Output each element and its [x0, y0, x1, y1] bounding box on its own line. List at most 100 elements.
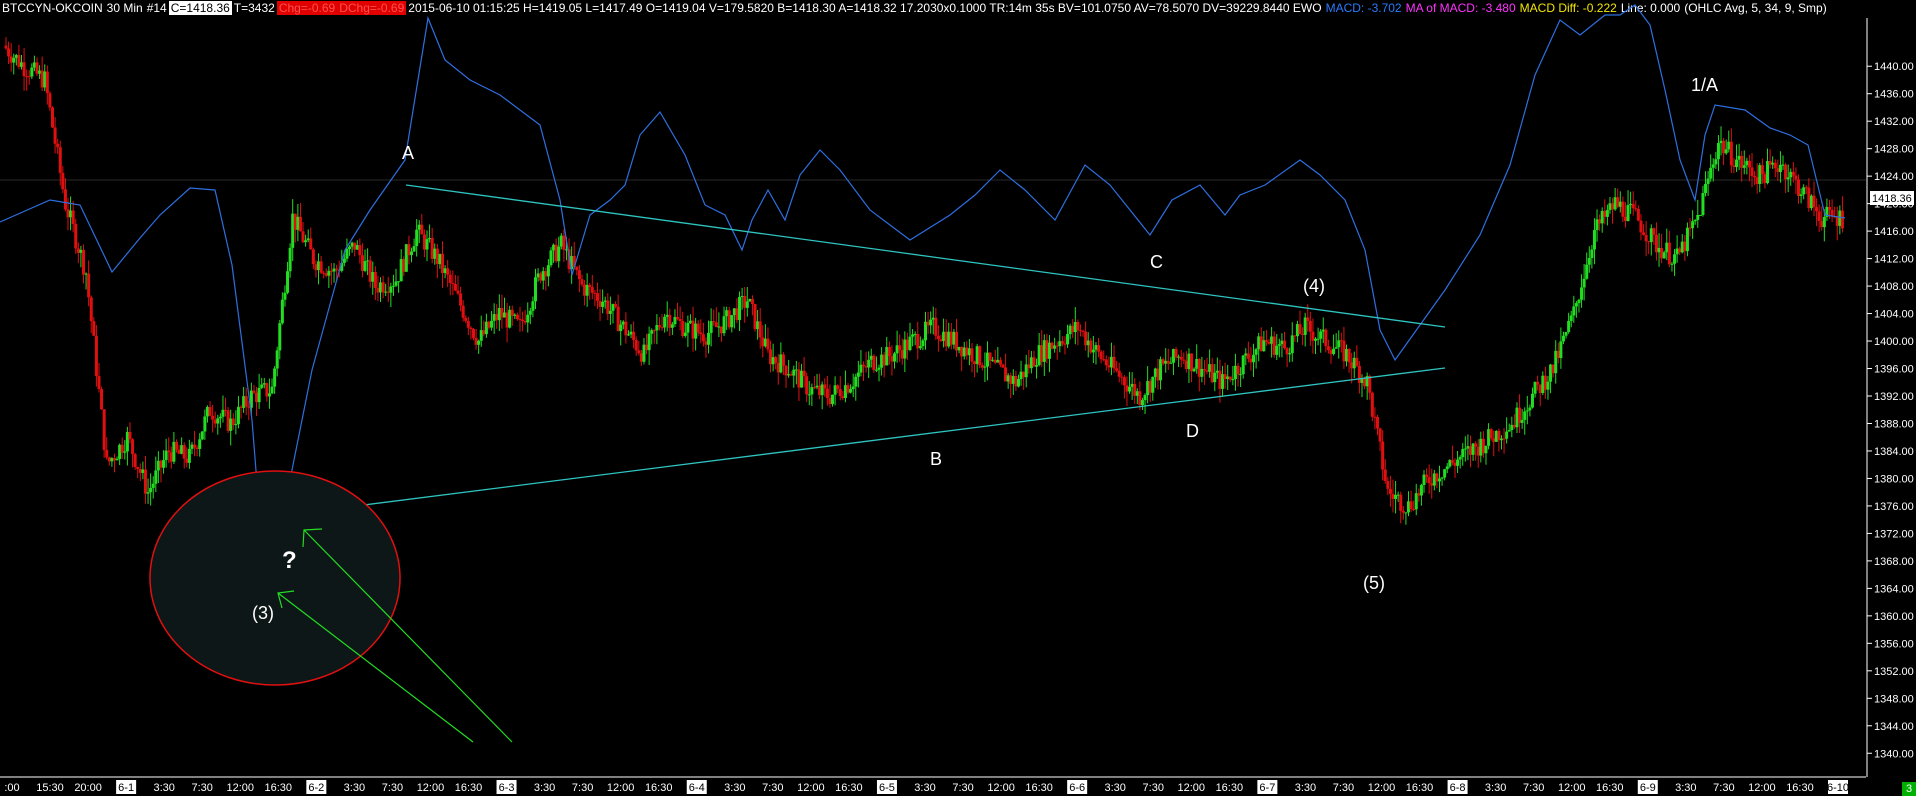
candle-body — [40, 70, 44, 88]
x-tick-label: 7:30 — [952, 782, 973, 794]
lower-trendline — [284, 367, 1446, 516]
candle-body — [314, 264, 318, 271]
candle-body — [402, 259, 406, 272]
y-tick-label: 1372.00 — [1874, 528, 1914, 540]
candle-body — [327, 270, 331, 276]
candle-body — [756, 321, 760, 330]
x-tick-label: 7:30 — [1713, 782, 1734, 794]
candle-body — [815, 385, 819, 388]
candle-body — [1618, 201, 1622, 207]
candle-body — [1148, 381, 1152, 393]
candle-body — [807, 394, 811, 396]
candle-body — [546, 265, 550, 277]
candle-body — [208, 406, 212, 416]
candle-body — [660, 327, 664, 329]
candle-body — [262, 383, 266, 385]
candle-body — [1104, 359, 1108, 366]
candle-body — [510, 309, 514, 316]
candle-body — [1355, 357, 1359, 366]
candle-body — [885, 346, 889, 366]
candle-body — [947, 331, 951, 347]
candle-body — [329, 270, 333, 272]
candle-body — [1179, 356, 1183, 360]
candle-body — [590, 287, 594, 293]
candle-body — [397, 281, 401, 283]
candle-body — [1249, 358, 1253, 363]
candle-body — [980, 365, 984, 368]
candle-body — [1760, 165, 1764, 175]
candle-body — [9, 56, 13, 63]
candle-body — [1502, 438, 1506, 440]
x-tick-label: :00 — [4, 782, 19, 794]
candle-body — [983, 366, 987, 368]
candle-body — [265, 383, 269, 397]
candle-body — [1747, 160, 1751, 168]
candle-body — [1314, 338, 1318, 341]
candle-body — [802, 370, 806, 377]
candle-body — [508, 309, 512, 328]
candle-body — [260, 384, 264, 388]
x-tick-label: 16:30 — [1786, 782, 1814, 794]
candle-body — [867, 359, 871, 368]
candle-body — [1125, 385, 1129, 392]
candle-body — [1153, 368, 1157, 377]
candle-body — [898, 345, 902, 351]
candle-body — [929, 319, 933, 326]
candle-body — [918, 346, 922, 349]
candle-body — [1184, 360, 1188, 370]
candle-body — [996, 359, 1000, 363]
candle-body — [1489, 429, 1493, 439]
candle-body — [1427, 477, 1431, 484]
candle-body — [115, 458, 119, 461]
candle-body — [1642, 232, 1646, 235]
candle-body — [864, 366, 868, 368]
candle-body — [903, 339, 907, 359]
candle-body — [1272, 336, 1276, 355]
candle-body — [1794, 175, 1798, 180]
candle-body — [1208, 364, 1212, 372]
candle-body — [428, 237, 432, 240]
candle-body — [1598, 219, 1602, 224]
y-tick-label: 1392.00 — [1874, 391, 1914, 403]
candle-body — [1611, 203, 1615, 210]
candlestick-chart[interactable]: A B C D (3) (4) (5) 1/A ? 1440.00 1436.00… — [0, 0, 1916, 796]
candle-body — [306, 238, 310, 241]
candle-body — [650, 330, 654, 334]
candle-body — [441, 253, 445, 273]
candle-body — [1569, 315, 1573, 321]
candle-body — [1678, 248, 1682, 253]
candle-body — [696, 323, 700, 333]
candle-body — [146, 492, 150, 494]
candle-body — [900, 350, 904, 359]
x-tick-label: 15:30 — [36, 782, 64, 794]
candle-body — [1254, 349, 1258, 355]
y-tick-label: 1352.00 — [1874, 666, 1914, 678]
candle-body — [58, 147, 62, 173]
candle-body — [1288, 353, 1292, 355]
candle-body — [322, 272, 326, 274]
candle-body — [1572, 306, 1576, 316]
candle-body — [84, 273, 88, 275]
x-tick-label: 12:00 — [1368, 782, 1396, 794]
corner-badge[interactable]: 3 — [1902, 782, 1916, 796]
candle-body — [792, 369, 796, 376]
candle-body — [317, 261, 321, 271]
candle-body — [487, 321, 491, 328]
candle-body — [993, 359, 997, 363]
candle-body — [1740, 155, 1744, 168]
candle-body — [939, 339, 943, 342]
candle-body — [319, 261, 323, 273]
candle-body — [1182, 359, 1186, 361]
candle-body — [1252, 354, 1256, 363]
candle-body — [704, 341, 708, 345]
candle-body — [624, 321, 628, 336]
candle-body — [611, 304, 615, 311]
candle-body — [45, 71, 49, 94]
candle-body — [1809, 195, 1813, 209]
candle-body — [1055, 345, 1059, 347]
candle-body — [1525, 410, 1529, 412]
candle-body — [1236, 365, 1240, 375]
candle-body — [872, 355, 876, 371]
candle-body — [1828, 206, 1832, 210]
candle-body — [280, 299, 284, 324]
